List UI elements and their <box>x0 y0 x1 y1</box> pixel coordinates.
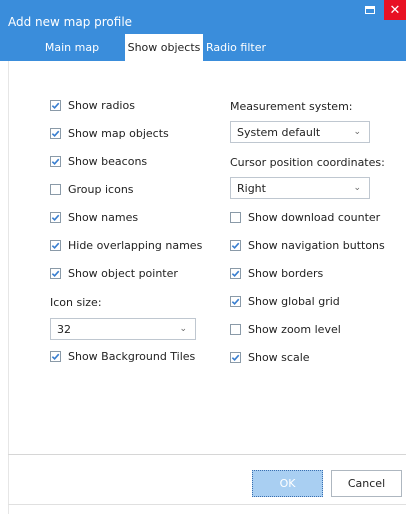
checkbox-show-navigation-buttons[interactable]: Show navigation buttons <box>230 237 385 253</box>
checkbox-label: Show map objects <box>68 126 169 140</box>
checkbox-show-object-pointer[interactable]: Show object pointer <box>50 265 178 281</box>
checkmark-icon <box>51 270 60 277</box>
dialog-window: Add new map profile ✕ Main map settings … <box>0 0 406 514</box>
measurement-value: System default <box>237 125 321 139</box>
checkbox-group-icons[interactable]: Group icons <box>50 181 134 197</box>
checkbox-show-scale[interactable]: Show scale <box>230 349 310 365</box>
chevron-down-icon: ⌄ <box>353 183 361 193</box>
checkbox-label: Show borders <box>248 266 324 280</box>
chevron-down-icon: ⌄ <box>353 127 361 137</box>
tab-bar: Main map settings Show objects Radio fil… <box>0 34 406 81</box>
checkmark-icon <box>231 298 240 305</box>
checkbox-label: Show radios <box>68 98 135 112</box>
tab-label: Show objects <box>127 41 201 54</box>
checkmark-icon <box>51 130 60 137</box>
tab-radio-filter[interactable]: Radio filter <box>205 34 267 61</box>
restore-icon <box>365 6 375 14</box>
ok-button[interactable]: OK <box>252 470 323 497</box>
checkbox-show-download-counter[interactable]: Show download counter <box>230 209 380 225</box>
ok-button-label: OK <box>279 477 296 490</box>
checkmark-icon <box>51 242 60 249</box>
checkbox-box[interactable] <box>230 295 241 307</box>
checkbox-box[interactable] <box>230 351 241 363</box>
checkbox-label: Show global grid <box>248 294 340 308</box>
cursor-position-label: Cursor position coordinates: <box>230 156 385 169</box>
checkbox-box[interactable] <box>50 127 61 139</box>
checkmark-icon <box>231 242 240 249</box>
measurement-select[interactable]: System default ⌄ <box>230 121 370 143</box>
checkmark-icon <box>231 354 240 361</box>
tab-label: Radio filter <box>206 41 266 54</box>
checkmark-icon <box>51 214 60 221</box>
tab-show-objects[interactable]: Show objects <box>125 34 203 61</box>
checkbox-box[interactable] <box>50 350 61 362</box>
checkmark-icon <box>231 270 240 277</box>
checkmark-icon <box>51 353 60 360</box>
window-bottom-edge <box>8 504 406 505</box>
cancel-button-label: Cancel <box>347 477 386 490</box>
checkbox-label: Show object pointer <box>68 266 178 280</box>
checkmark-icon <box>51 102 60 109</box>
title-bar[interactable]: Add new map profile ✕ <box>0 0 406 34</box>
checkbox-label: Group icons <box>68 182 134 196</box>
window-title: Add new map profile <box>8 15 133 29</box>
checkbox-box[interactable] <box>50 155 61 167</box>
cancel-button[interactable]: Cancel <box>331 470 402 497</box>
checkbox-box[interactable] <box>50 267 61 279</box>
checkbox-box[interactable] <box>230 239 241 251</box>
icon-size-label: Icon size: <box>50 296 102 309</box>
cursor-position-select[interactable]: Right ⌄ <box>230 177 370 199</box>
checkbox-show-names[interactable]: Show names <box>50 209 138 225</box>
checkbox-box[interactable] <box>50 99 61 111</box>
checkbox-label: Hide overlapping names <box>68 238 203 252</box>
checkbox-show-beacons[interactable]: Show beacons <box>50 153 147 169</box>
checkbox-label: Show names <box>68 210 139 224</box>
checkbox-show-map-objects[interactable]: Show map objects <box>50 125 169 141</box>
checkbox-box[interactable] <box>50 183 61 195</box>
chevron-down-icon: ⌄ <box>179 324 187 334</box>
checkbox-box[interactable] <box>230 323 241 335</box>
checkbox-show-zoom-level[interactable]: Show zoom level <box>230 321 341 337</box>
icon-size-select[interactable]: 32 ⌄ <box>50 318 196 340</box>
footer-divider <box>8 454 406 455</box>
checkbox-label: Show scale <box>248 350 310 364</box>
checkbox-label: Show beacons <box>68 154 148 168</box>
close-icon: ✕ <box>389 2 401 18</box>
checkbox-box[interactable] <box>50 239 61 251</box>
cursor-position-value: Right <box>237 181 266 195</box>
panel-border <box>8 61 9 514</box>
checkbox-label: Show navigation buttons <box>248 238 385 252</box>
checkbox-show-background-tiles[interactable]: Show Background Tiles <box>50 348 195 364</box>
close-button[interactable]: ✕ <box>384 0 406 20</box>
checkbox-box[interactable] <box>230 267 241 279</box>
icon-size-value: 32 <box>57 322 71 336</box>
checkbox-show-radios[interactable]: Show radios <box>50 97 135 113</box>
checkbox-label: Show Background Tiles <box>68 349 196 363</box>
restore-button[interactable] <box>356 0 384 20</box>
checkbox-show-borders[interactable]: Show borders <box>230 265 323 281</box>
checkbox-label: Show zoom level <box>248 322 341 336</box>
checkbox-hide-overlapping-names[interactable]: Hide overlapping names <box>50 237 202 253</box>
tab-main-map-settings[interactable]: Main map settings <box>22 34 122 81</box>
checkbox-box[interactable] <box>50 211 61 223</box>
checkmark-icon <box>51 158 60 165</box>
measurement-label: Measurement system: <box>230 100 353 113</box>
checkbox-show-global-grid[interactable]: Show global grid <box>230 293 340 309</box>
checkbox-label: Show download counter <box>248 210 381 224</box>
checkbox-box[interactable] <box>230 211 241 223</box>
